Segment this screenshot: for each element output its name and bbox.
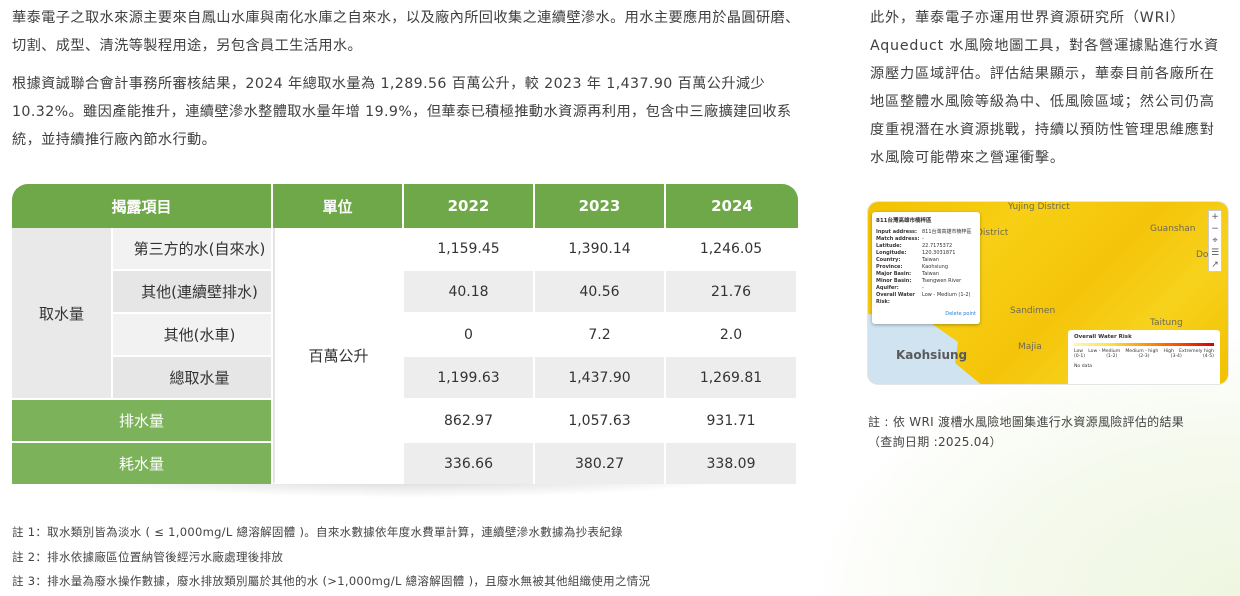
wri-paragraph: 此外，華泰電子亦運用世界資源研究所（WRI）Aqueduct 水風險地圖工具，對… xyxy=(870,10,1220,166)
cell-value: 40.18 xyxy=(404,271,535,314)
row-label: 其他(水車) xyxy=(113,314,273,357)
popup-row: Major Basin: Taiwan xyxy=(876,271,940,277)
table-notes: 註 1：取水類別皆為淡水 ( ≤ 1,000mg/L 總溶解固體 )。自來水數據… xyxy=(12,520,650,594)
row-label: 總取水量 xyxy=(113,357,273,400)
cell-value: 1,390.14 xyxy=(535,228,666,271)
intro-paragraph-1: 華泰電子之取水來源主要來自鳳山水庫與南化水庫之自來水，以及廠內所回收集之連續壁滲… xyxy=(12,10,800,54)
popup-row: Match address: - xyxy=(876,236,924,242)
header-2023: 2023 xyxy=(535,184,666,228)
measure-icon[interactable]: ⌖ xyxy=(1209,235,1221,247)
popup-row: Input address: 811台灣高雄市楠梓區 xyxy=(876,229,972,235)
map-label-taitung: Taitung xyxy=(1150,318,1183,328)
group-label: 取水量 xyxy=(12,228,113,400)
table-row: 耗水量 336.66 380.27 338.09 xyxy=(12,443,798,484)
header-2022: 2022 xyxy=(404,184,535,228)
row-label: 第三方的水(自來水) xyxy=(113,228,273,271)
location-popup: 811台灣高雄市楠梓區 Input address: 811台灣高雄市楠梓區 Ma… xyxy=(872,212,980,324)
map-zoom-controls[interactable]: + − ⌖ ☰ ↗ xyxy=(1208,210,1222,272)
popup-row: Aquifer: - xyxy=(876,285,924,291)
header-2024: 2024 xyxy=(666,184,798,228)
header-unit: 單位 xyxy=(273,184,404,228)
cell-value: 1,269.81 xyxy=(666,357,798,400)
intro-paragraph-2: 根據資誠聯合會計事務所審核結果，2024 年總取水量為 1,289.56 百萬公… xyxy=(12,76,792,148)
table-row: 總取水量 1,199.63 1,437.90 1,269.81 xyxy=(12,357,798,400)
cell-value: 1,199.63 xyxy=(404,357,535,400)
delete-point-link[interactable]: Delete point xyxy=(876,311,976,317)
map-label-guanshan: Guanshan xyxy=(1150,224,1196,234)
cell-value: 336.66 xyxy=(404,443,535,484)
table-row: 排水量 862.97 1,057.63 931.71 xyxy=(12,400,798,443)
popup-row: Country: Taiwan xyxy=(876,257,940,263)
discharge-label: 排水量 xyxy=(12,400,273,443)
cell-value: 7.2 xyxy=(535,314,666,357)
caption-line-1: 註 : 依 WRI 渡槽水風險地圖集進行水資源風險評估的結果 xyxy=(868,415,1185,429)
cell-value: 338.09 xyxy=(666,443,798,484)
cell-value: 21.76 xyxy=(666,271,798,314)
table-row: 取水量 第三方的水(自來水) 百萬公升 1,159.45 1,390.14 1,… xyxy=(12,228,798,484)
cell-value: 40.56 xyxy=(535,271,666,314)
cell-value: 2.0 xyxy=(666,314,798,357)
water-risk-map[interactable]: Yujing District District Guanshan Dor Sa… xyxy=(868,202,1228,384)
zoom-in-button[interactable]: + xyxy=(1209,211,1221,223)
popup-row: Overall Water Risk: Low - Medium (1-2) xyxy=(876,292,971,305)
cell-value: 1,159.45 xyxy=(404,228,535,271)
map-label-district: District xyxy=(976,228,1009,238)
popup-row: Longitude: 120.3031871 xyxy=(876,250,956,256)
map-caption: 註 : 依 WRI 渡槽水風險地圖集進行水資源風險評估的結果 （查詢日期 :20… xyxy=(868,412,1184,452)
zoom-out-button[interactable]: − xyxy=(1209,223,1221,235)
caption-line-2: （查詢日期 :2025.04） xyxy=(868,435,1002,449)
popup-row: Minor Basin: Tsengwen River xyxy=(876,278,962,284)
table-row: 其他(連續壁排水) 40.18 40.56 21.76 xyxy=(12,271,798,314)
legend-color-bar xyxy=(1074,343,1214,346)
popup-title: 811台灣高雄市楠梓區 xyxy=(876,218,932,224)
legend-nodata: No data xyxy=(1074,364,1093,369)
water-table: 揭露項目 單位 2022 2023 2024 取水量 第三方的水(自來水) 百萬… xyxy=(12,184,798,484)
map-label-kaohsiung: Kaohsiung xyxy=(896,348,968,362)
cell-value: 931.71 xyxy=(666,400,798,443)
popup-row: Province: Kaohsiung xyxy=(876,264,948,270)
cell-value: 380.27 xyxy=(535,443,666,484)
table-row: 其他(水車) 0 7.2 2.0 xyxy=(12,314,798,357)
note-3: 註 3：排水量為廢水操作數據，廢水排放類別屬於其他的水 (>1,000mg/L … xyxy=(12,574,651,588)
map-label-majia: Majia xyxy=(1018,342,1042,352)
note-1: 註 1：取水類別皆為淡水 ( ≤ 1,000mg/L 總溶解固體 )。自來水數據… xyxy=(12,525,623,539)
map-label-sandimen: Sandimen xyxy=(1010,306,1056,316)
legend-ranges: (0-1) (1-2) (2-3) (3-4) (4-5) xyxy=(1074,354,1214,359)
note-2: 註 2：排水依據廠區位置納管後經污水廠處理後排放 xyxy=(12,549,284,564)
unit-cell: 百萬公升 xyxy=(273,228,404,484)
row-label: 其他(連續壁排水) xyxy=(113,271,273,314)
map-label-yujing: Yujing District xyxy=(1008,202,1070,212)
risk-legend: Overall Water Risk Low Low - Medium Medi… xyxy=(1068,330,1220,384)
cell-value: 1,057.63 xyxy=(535,400,666,443)
table-header-row: 揭露項目 單位 2022 2023 2024 xyxy=(12,184,798,228)
layers-icon[interactable]: ☰ xyxy=(1209,247,1221,259)
cell-value: 1,246.05 xyxy=(666,228,798,271)
cell-value: 1,437.90 xyxy=(535,357,666,400)
cell-value: 862.97 xyxy=(404,400,535,443)
legend-title: Overall Water Risk xyxy=(1074,334,1132,340)
popup-row: Latitude: 22.7175372 xyxy=(876,243,953,249)
cell-value: 0 xyxy=(404,314,535,357)
consumption-label: 耗水量 xyxy=(12,443,273,484)
header-item: 揭露項目 xyxy=(12,184,273,228)
share-icon[interactable]: ↗ xyxy=(1209,259,1221,271)
